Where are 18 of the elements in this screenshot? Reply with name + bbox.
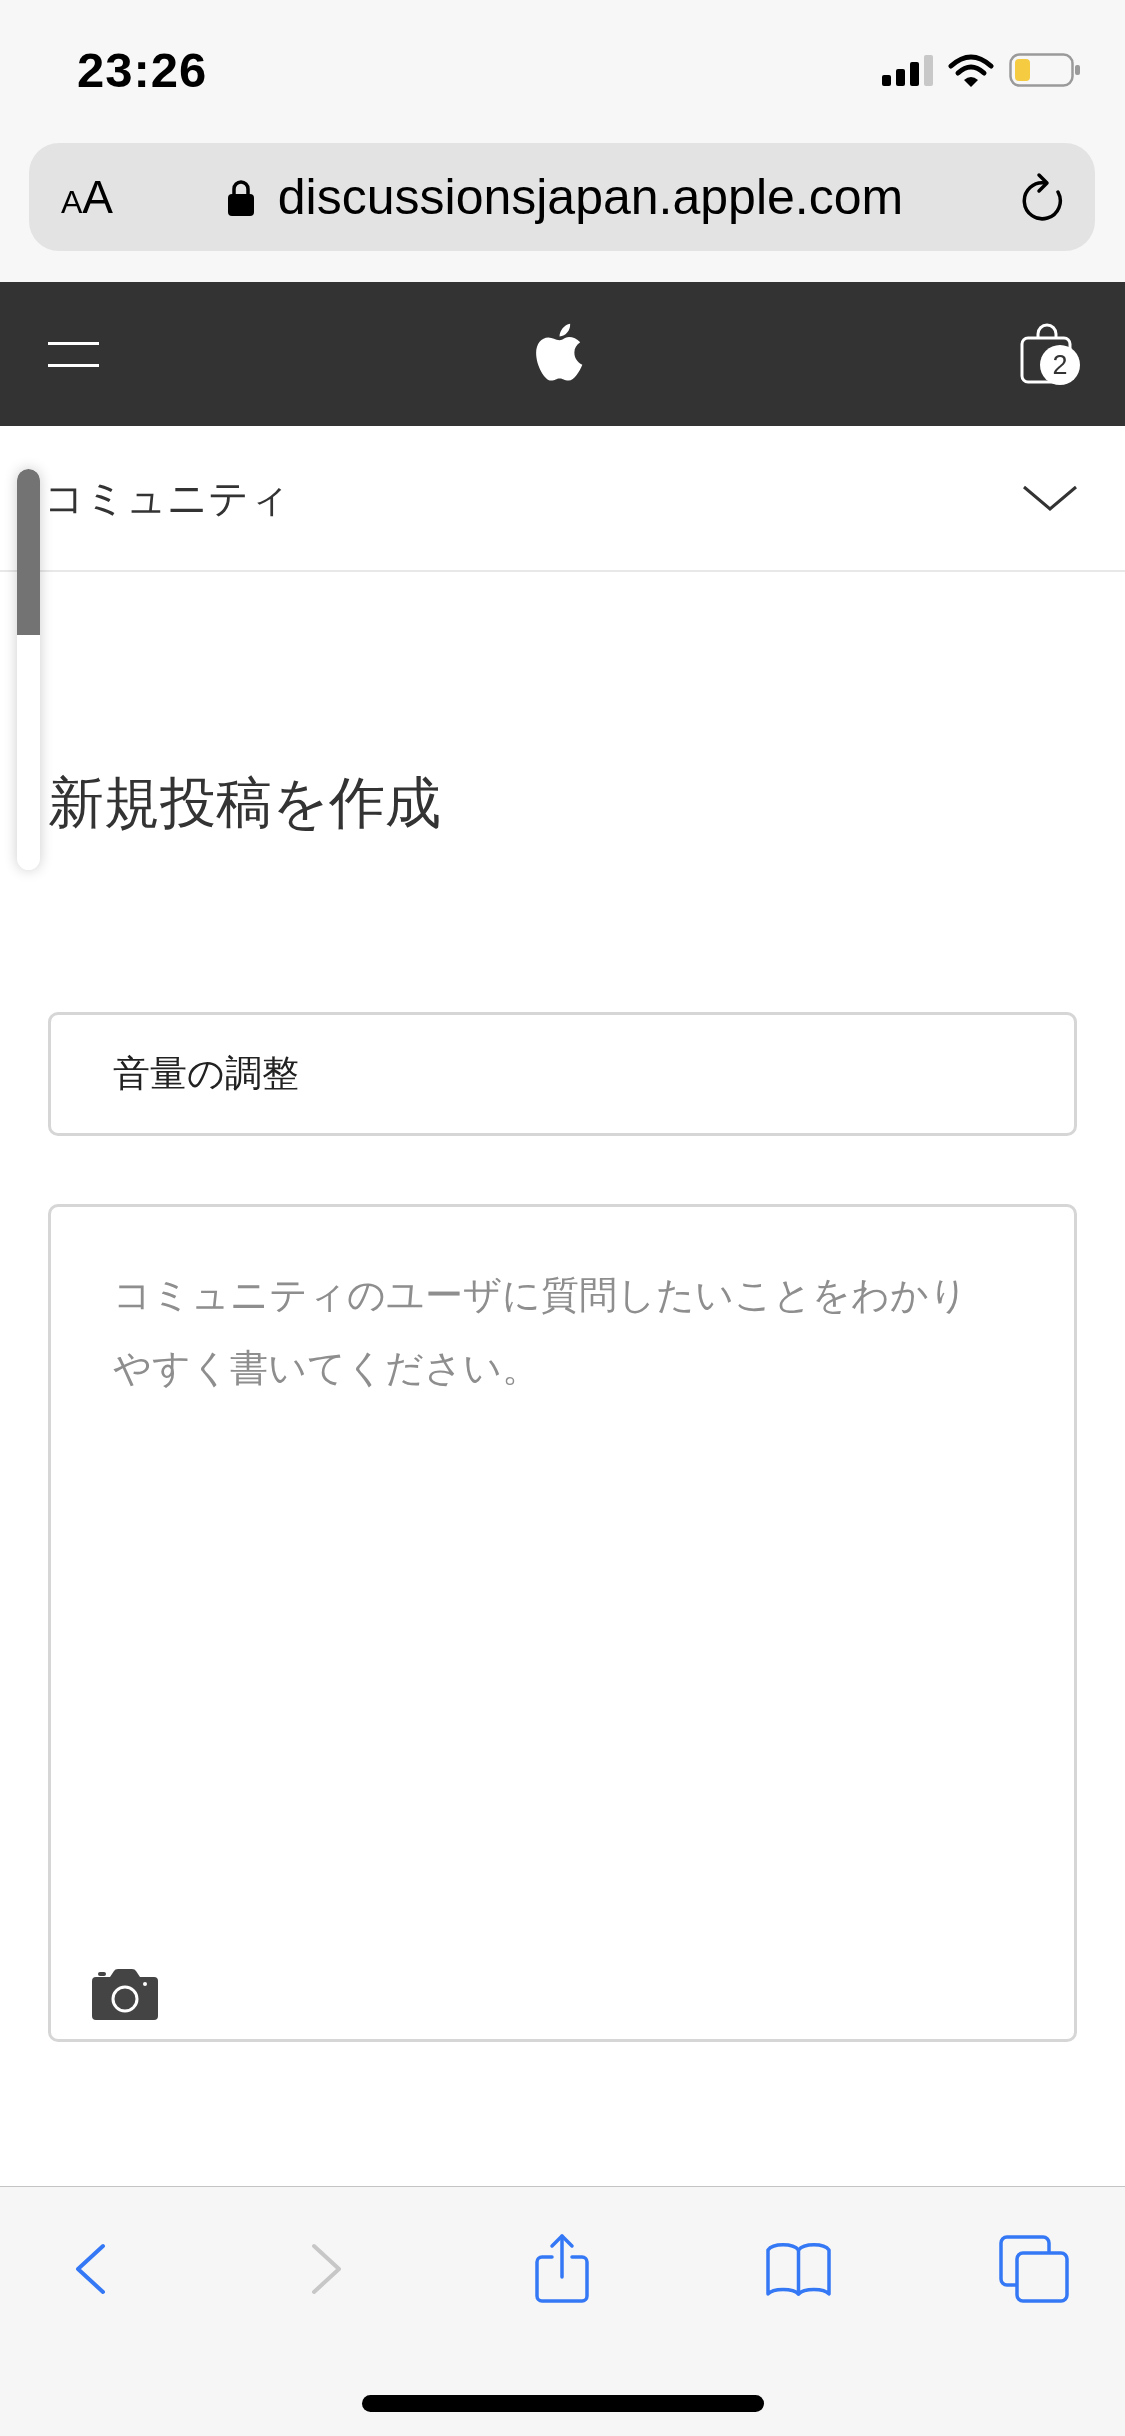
chevron-down-icon[interactable]	[1022, 485, 1078, 511]
body-field[interactable]: コミュニティのユーザに質問したいことをわかりやすく書いてください。	[48, 1204, 1077, 2042]
share-icon[interactable]	[534, 2233, 590, 2304]
battery-icon	[1009, 53, 1081, 87]
wifi-icon	[948, 53, 994, 87]
cart-count-badge: 2	[1040, 345, 1080, 385]
section-label[interactable]: コミュニティ	[44, 470, 290, 526]
signal-icon	[882, 54, 933, 86]
menu-icon[interactable]	[48, 341, 99, 367]
page-title: 新規投稿を作成	[48, 770, 441, 836]
url-text[interactable]: discussionsjapan.apple.com	[277, 168, 904, 226]
text-size-button[interactable]: AA	[61, 170, 151, 224]
camera-icon[interactable]	[92, 1969, 158, 2020]
subject-field[interactable]: 音量の調整	[48, 1012, 1077, 1136]
overlapping-squares-icon[interactable]	[999, 2234, 1069, 2303]
chevron-left-icon[interactable]	[74, 2242, 106, 2295]
status-time: 23:26	[77, 42, 208, 98]
book-icon[interactable]	[764, 2240, 832, 2297]
